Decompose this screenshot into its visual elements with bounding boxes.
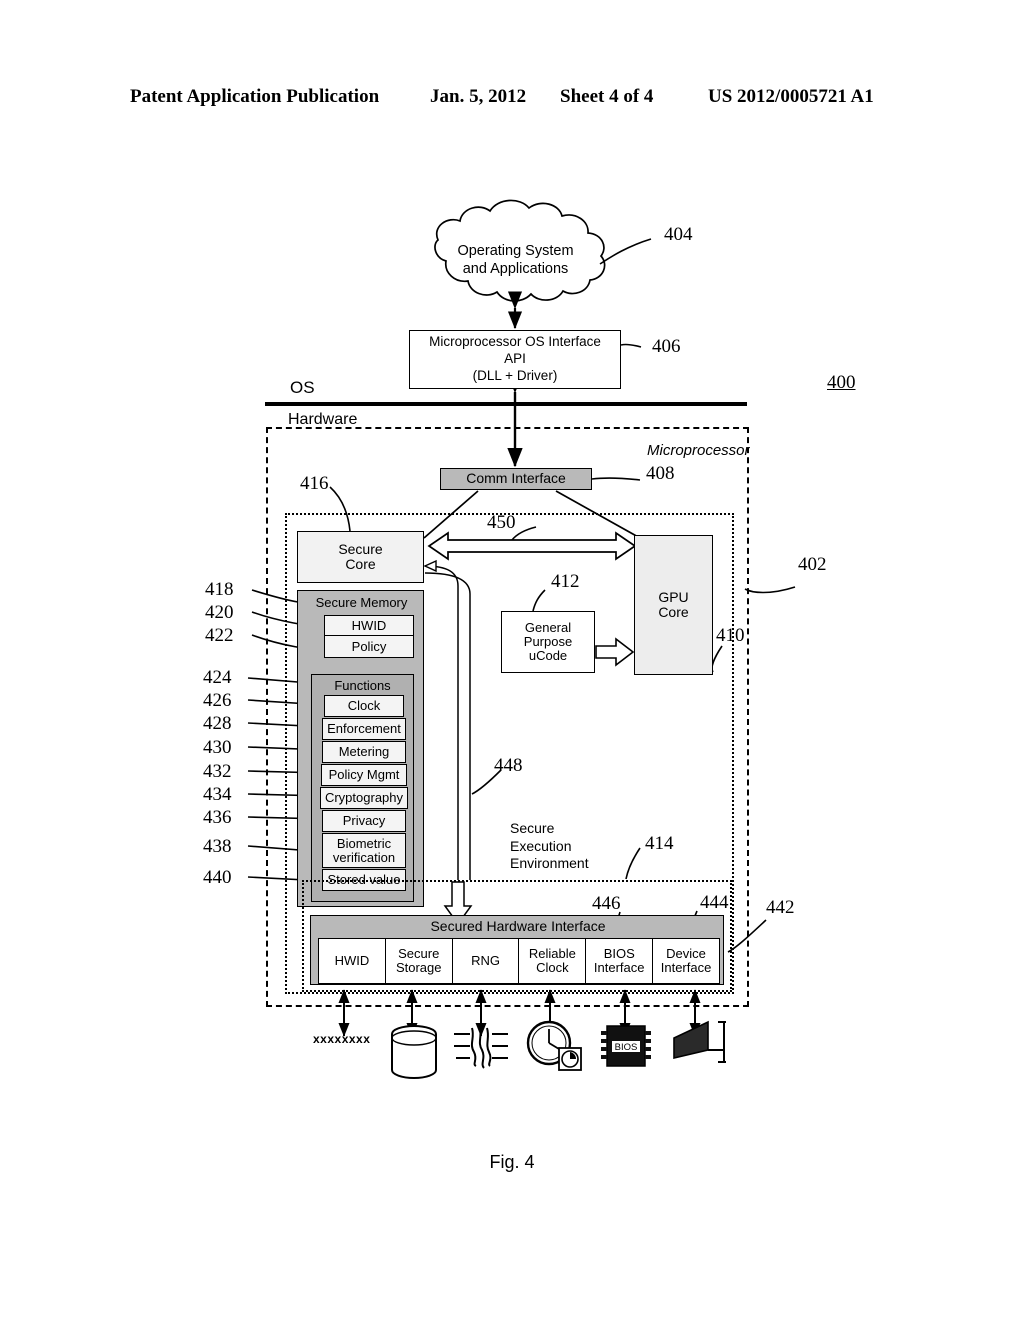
ref-408: 408 <box>646 463 675 484</box>
page-header: Patent Application Publication Jan. 5, 2… <box>0 86 1024 112</box>
header-sheet: Sheet 4 of 4 <box>560 86 654 107</box>
comm-interface-label: Comm Interface <box>466 470 566 487</box>
ref-438: 438 <box>203 836 232 857</box>
operating-system-cloud: Operating System and Applications <box>393 215 638 305</box>
ref-440: 440 <box>203 867 232 888</box>
ucode-line-1: General <box>524 619 572 635</box>
patent-figure-page: Patent Application Publication Jan. 5, 2… <box>0 0 1024 1320</box>
hw-cell-hwid: HWID <box>319 939 386 983</box>
function-enforcement: Enforcement <box>322 718 406 740</box>
hw-cell-rng: RNG <box>453 939 520 983</box>
functions-block: Functions Clock Enforcement Metering Pol… <box>311 674 414 902</box>
ref-442: 442 <box>766 897 795 918</box>
microprocessor-os-interface-api-box: Microprocessor OS Interface API (DLL + D… <box>409 330 621 389</box>
general-purpose-ucode-block: General Purpose uCode <box>501 611 595 673</box>
microprocessor-label: Microprocessor <box>647 442 750 459</box>
os-layer-label: OS <box>290 378 315 397</box>
gpu-line-2: Core <box>658 604 689 620</box>
hw-cell-device-interface: Device Interface <box>660 945 712 975</box>
ref-412: 412 <box>551 571 580 592</box>
secure-core-line-1: Secure <box>338 540 383 557</box>
hw-cell-reliable-clock: Reliable Clock <box>519 939 587 983</box>
ref-410: 410 <box>716 625 745 646</box>
secure-memory-item-hwid: HWID <box>324 615 414 637</box>
header-date: Jan. 5, 2012 <box>430 86 527 107</box>
ref-450: 450 <box>487 512 516 533</box>
ref-424: 424 <box>203 667 232 688</box>
secure-core-line-2: Core <box>345 556 376 572</box>
see-line-2: Execution <box>510 837 572 854</box>
noise-waveform-icon <box>454 1025 508 1069</box>
secure-memory-block: Secure Memory HWID Policy Functions Cloc… <box>297 590 424 907</box>
device-icon <box>673 1020 726 1063</box>
secure-memory-label: Secure Memory <box>315 595 408 610</box>
ref-420: 420 <box>205 602 234 623</box>
bios-chip-label: BIOS <box>615 1042 638 1053</box>
cloud-line-1: Operating System <box>457 242 574 259</box>
ref-416: 416 <box>300 473 329 494</box>
secure-memory-item-policy: Policy <box>324 635 414 658</box>
function-privacy: Privacy <box>322 810 406 832</box>
ref-432: 432 <box>203 761 232 782</box>
bios-chip-icon: BIOS <box>601 1025 651 1067</box>
functions-label: Functions <box>334 678 391 693</box>
ref-446: 446 <box>592 893 621 914</box>
os-hardware-divider <box>265 402 747 406</box>
hardware-interface-cells: HWID Secure Storage RNG Reliable Clock B… <box>318 938 720 984</box>
ref-444: 444 <box>700 892 729 913</box>
api-line-3: (DLL + Driver) <box>472 367 558 383</box>
ucode-line-3: uCode <box>528 648 568 664</box>
function-cryptography: Cryptography <box>320 787 408 809</box>
ref-400: 400 <box>827 372 856 393</box>
hw-cell-bios-interface: BIOS Interface <box>586 939 654 983</box>
header-publication: Patent Application Publication <box>130 86 380 107</box>
ref-448: 448 <box>494 755 523 776</box>
ref-402: 402 <box>798 554 827 575</box>
ref-428: 428 <box>203 713 232 734</box>
ref-422: 422 <box>205 625 234 646</box>
ref-406: 406 <box>652 336 681 357</box>
secure-core-block: Secure Core <box>297 531 424 583</box>
hw-cell-secure-storage: Secure Storage <box>386 939 453 983</box>
gpu-line-1: GPU <box>658 588 689 605</box>
api-line-1: Microprocessor OS Interface <box>429 334 601 350</box>
secured-hardware-interface-label: Secured Hardware Interface <box>430 918 606 934</box>
function-metering: Metering <box>322 741 406 763</box>
ref-418: 418 <box>205 579 234 600</box>
secured-hardware-interface-block: Secured Hardware Interface HWID Secure S… <box>310 915 724 985</box>
ref-426: 426 <box>203 690 232 711</box>
database-cylinder-icon <box>391 1025 437 1079</box>
figure-caption: Fig. 4 <box>489 1152 535 1172</box>
see-line-3: Environment <box>510 855 589 871</box>
api-line-2: API <box>504 351 526 367</box>
function-clock: Clock <box>324 695 404 717</box>
function-biometric-verification: Biometric verification <box>322 833 406 868</box>
secure-execution-environment-label: Secure Execution Environment <box>510 820 589 873</box>
hwid-serial-text: xxxxxxxx <box>313 1032 371 1046</box>
ref-434: 434 <box>203 784 232 805</box>
clock-icon <box>526 1020 582 1071</box>
ref-436: 436 <box>203 807 232 828</box>
function-policy-mgmt: Policy Mgmt <box>321 764 407 786</box>
gpu-core-block: GPU Core <box>634 535 713 675</box>
ref-404: 404 <box>664 224 693 245</box>
comm-interface-block: Comm Interface <box>440 468 592 490</box>
header-patent-number: US 2012/0005721 A1 <box>708 86 874 107</box>
ref-414: 414 <box>645 833 674 854</box>
cloud-line-2: and Applications <box>462 261 569 277</box>
see-line-1: Secure <box>510 820 555 836</box>
ucode-line-2: Purpose <box>523 633 573 649</box>
ref-430: 430 <box>203 737 232 758</box>
